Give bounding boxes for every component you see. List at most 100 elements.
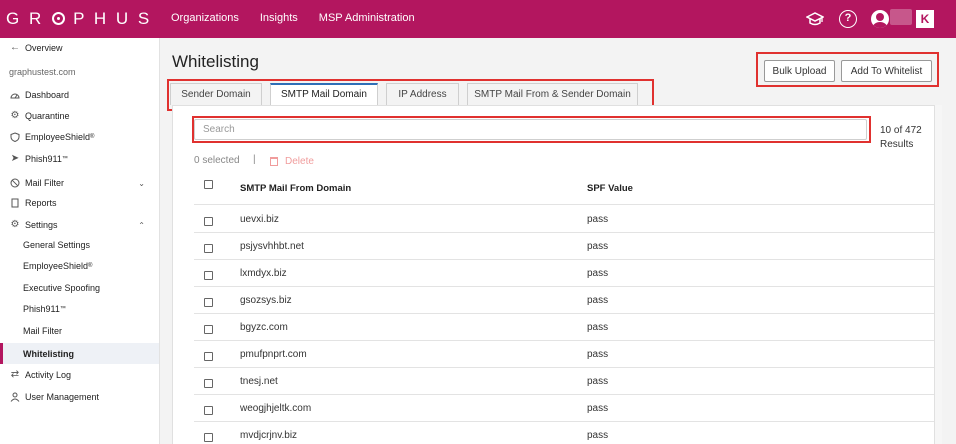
quarantine-icon: ⚙	[10, 110, 20, 121]
row-checkbox[interactable]	[204, 217, 213, 226]
sidebar-item-label: Reports	[25, 198, 57, 208]
shield-icon	[10, 132, 20, 143]
trademark-mark: ™	[61, 156, 68, 162]
sidebar-item-label: Activity Log	[25, 370, 72, 380]
graphus-logo[interactable]: G R P H U S	[6, 9, 152, 29]
nav-msp-administration[interactable]: MSP Administration	[319, 12, 415, 24]
sidebar-item-label: Dashboard	[25, 90, 70, 100]
top-bar: G R P H U S Organizations Insights MSP A…	[0, 0, 956, 38]
separator: |	[253, 154, 256, 165]
search-input[interactable]	[194, 119, 867, 140]
sidebar-item-label: Phish911	[25, 154, 62, 164]
sidebar-item-reports[interactable]: Reports	[0, 193, 159, 213]
sidebar-item-mail-filter[interactable]: Mail Filter ⌄	[0, 173, 159, 193]
spf-cell: pass	[587, 295, 609, 306]
row-checkbox[interactable]	[204, 244, 213, 253]
row-checkbox[interactable]	[204, 433, 213, 442]
sidebar-item-label: Phish911	[23, 304, 60, 314]
row-checkbox[interactable]	[204, 379, 213, 388]
nav-organizations[interactable]: Organizations	[171, 12, 239, 24]
sidebar-item-label: Settings	[25, 220, 58, 230]
sidebar-item-label: EmployeeShield	[23, 261, 89, 271]
sidebar-overview[interactable]: ← Overview	[0, 38, 159, 58]
page-title: Whitelisting	[172, 52, 259, 71]
tab-smtp-mail-domain[interactable]: SMTP Mail Domain	[270, 83, 378, 105]
tab-ip-address[interactable]: IP Address	[386, 83, 459, 105]
row-checkbox[interactable]	[204, 271, 213, 280]
main-content: Whitelisting Bulk Upload Add To Whitelis…	[160, 38, 956, 444]
domain-cell: psjysvhhbt.net	[240, 241, 304, 252]
row-checkbox[interactable]	[204, 298, 213, 307]
sidebar-item-label: Mail Filter	[25, 178, 65, 188]
row-checkbox[interactable]	[204, 325, 213, 334]
selected-count: 0 selected	[194, 155, 240, 166]
spf-cell: pass	[587, 430, 609, 441]
row-checkbox[interactable]	[204, 406, 213, 415]
sidebar-item-activity-log[interactable]: ⇄ Activity Log	[0, 365, 159, 385]
phish-icon: ➤	[10, 153, 20, 164]
column-header-spf[interactable]: SPF Value	[587, 183, 633, 194]
row-divider	[194, 313, 934, 314]
domain-cell: mvdjcrjnv.biz	[240, 430, 298, 441]
select-all-checkbox[interactable]	[204, 180, 213, 189]
user-icon[interactable]	[871, 10, 889, 28]
sidebar-item-employeeshield[interactable]: EmployeeShield ®	[0, 127, 159, 147]
domain-cell: pmufpnprt.com	[240, 349, 307, 360]
spf-cell: pass	[587, 214, 609, 225]
sidebar-subitem-general-settings[interactable]: General Settings	[0, 235, 159, 255]
sidebar-item-label: Quarantine	[25, 111, 70, 121]
sidebar-item-user-management[interactable]: User Management	[0, 387, 159, 407]
chevron-down-icon[interactable]: ⌄	[138, 179, 145, 188]
trademark-mark: ™	[59, 306, 66, 312]
shuffle-icon: ⇄	[10, 369, 20, 380]
sidebar-subitem-employeeshield[interactable]: EmployeeShield ®	[0, 256, 159, 276]
chevron-up-icon[interactable]: ⌃	[138, 221, 145, 230]
results-label: Results	[880, 139, 914, 150]
sidebar-item-label: User Management	[25, 392, 100, 402]
spf-cell: pass	[587, 322, 609, 333]
user-name[interactable]	[890, 9, 912, 25]
domain-cell: tnesj.net	[240, 376, 278, 387]
k-badge[interactable]: K	[916, 10, 934, 28]
row-checkbox[interactable]	[204, 352, 213, 361]
dashboard-icon	[10, 90, 20, 100]
sidebar-subitem-executive-spoofing[interactable]: Executive Spoofing	[0, 278, 159, 298]
org-name: graphustest.com	[9, 67, 76, 77]
row-divider	[194, 232, 934, 233]
tab-sender-domain[interactable]: Sender Domain	[170, 83, 262, 105]
top-nav: Organizations Insights MSP Administratio…	[171, 12, 436, 24]
sidebar: ← Overview graphustest.com Dashboard ⚙ Q…	[0, 38, 160, 444]
nav-insights[interactable]: Insights	[260, 12, 298, 24]
row-divider	[194, 421, 934, 422]
scrollbar[interactable]	[935, 105, 942, 444]
row-divider	[194, 340, 934, 341]
help-icon[interactable]: ?	[839, 10, 857, 28]
graduation-cap-icon[interactable]	[805, 10, 825, 28]
sidebar-item-label: Overview	[25, 43, 63, 53]
sidebar-item-label: EmployeeShield	[25, 132, 91, 142]
spf-cell: pass	[587, 241, 609, 252]
block-icon	[10, 178, 20, 188]
sidebar-item-phish911[interactable]: ➤ Phish911 ™	[0, 149, 159, 169]
delete-label: Delete	[285, 156, 314, 167]
sidebar-item-quarantine[interactable]: ⚙ Quarantine	[0, 106, 159, 126]
row-divider	[194, 259, 934, 260]
reports-icon	[10, 198, 20, 208]
bulk-upload-button[interactable]: Bulk Upload	[764, 60, 835, 82]
delete-button[interactable]: Delete	[270, 156, 314, 167]
domain-cell: gsozsys.biz	[240, 295, 292, 306]
registered-mark: ®	[88, 263, 93, 269]
sidebar-item-settings[interactable]: ⚙ Settings ⌃	[0, 215, 159, 235]
header-divider	[194, 204, 934, 205]
add-to-whitelist-button[interactable]: Add To Whitelist	[841, 60, 932, 82]
tab-smtp-mail-from-sender-domain[interactable]: SMTP Mail From & Sender Domain	[467, 83, 638, 105]
sidebar-subitem-mail-filter[interactable]: Mail Filter	[0, 321, 159, 341]
column-header-domain[interactable]: SMTP Mail From Domain	[240, 183, 351, 194]
domain-cell: weogjhjeltk.com	[240, 403, 312, 414]
domain-cell: lxmdyx.biz	[240, 268, 287, 279]
sidebar-subitem-phish911[interactable]: Phish911 ™	[0, 299, 159, 319]
sidebar-item-dashboard[interactable]: Dashboard	[0, 85, 159, 105]
row-divider	[194, 367, 934, 368]
spf-cell: pass	[587, 403, 609, 414]
sidebar-subitem-whitelisting[interactable]: Whitelisting	[0, 343, 159, 364]
